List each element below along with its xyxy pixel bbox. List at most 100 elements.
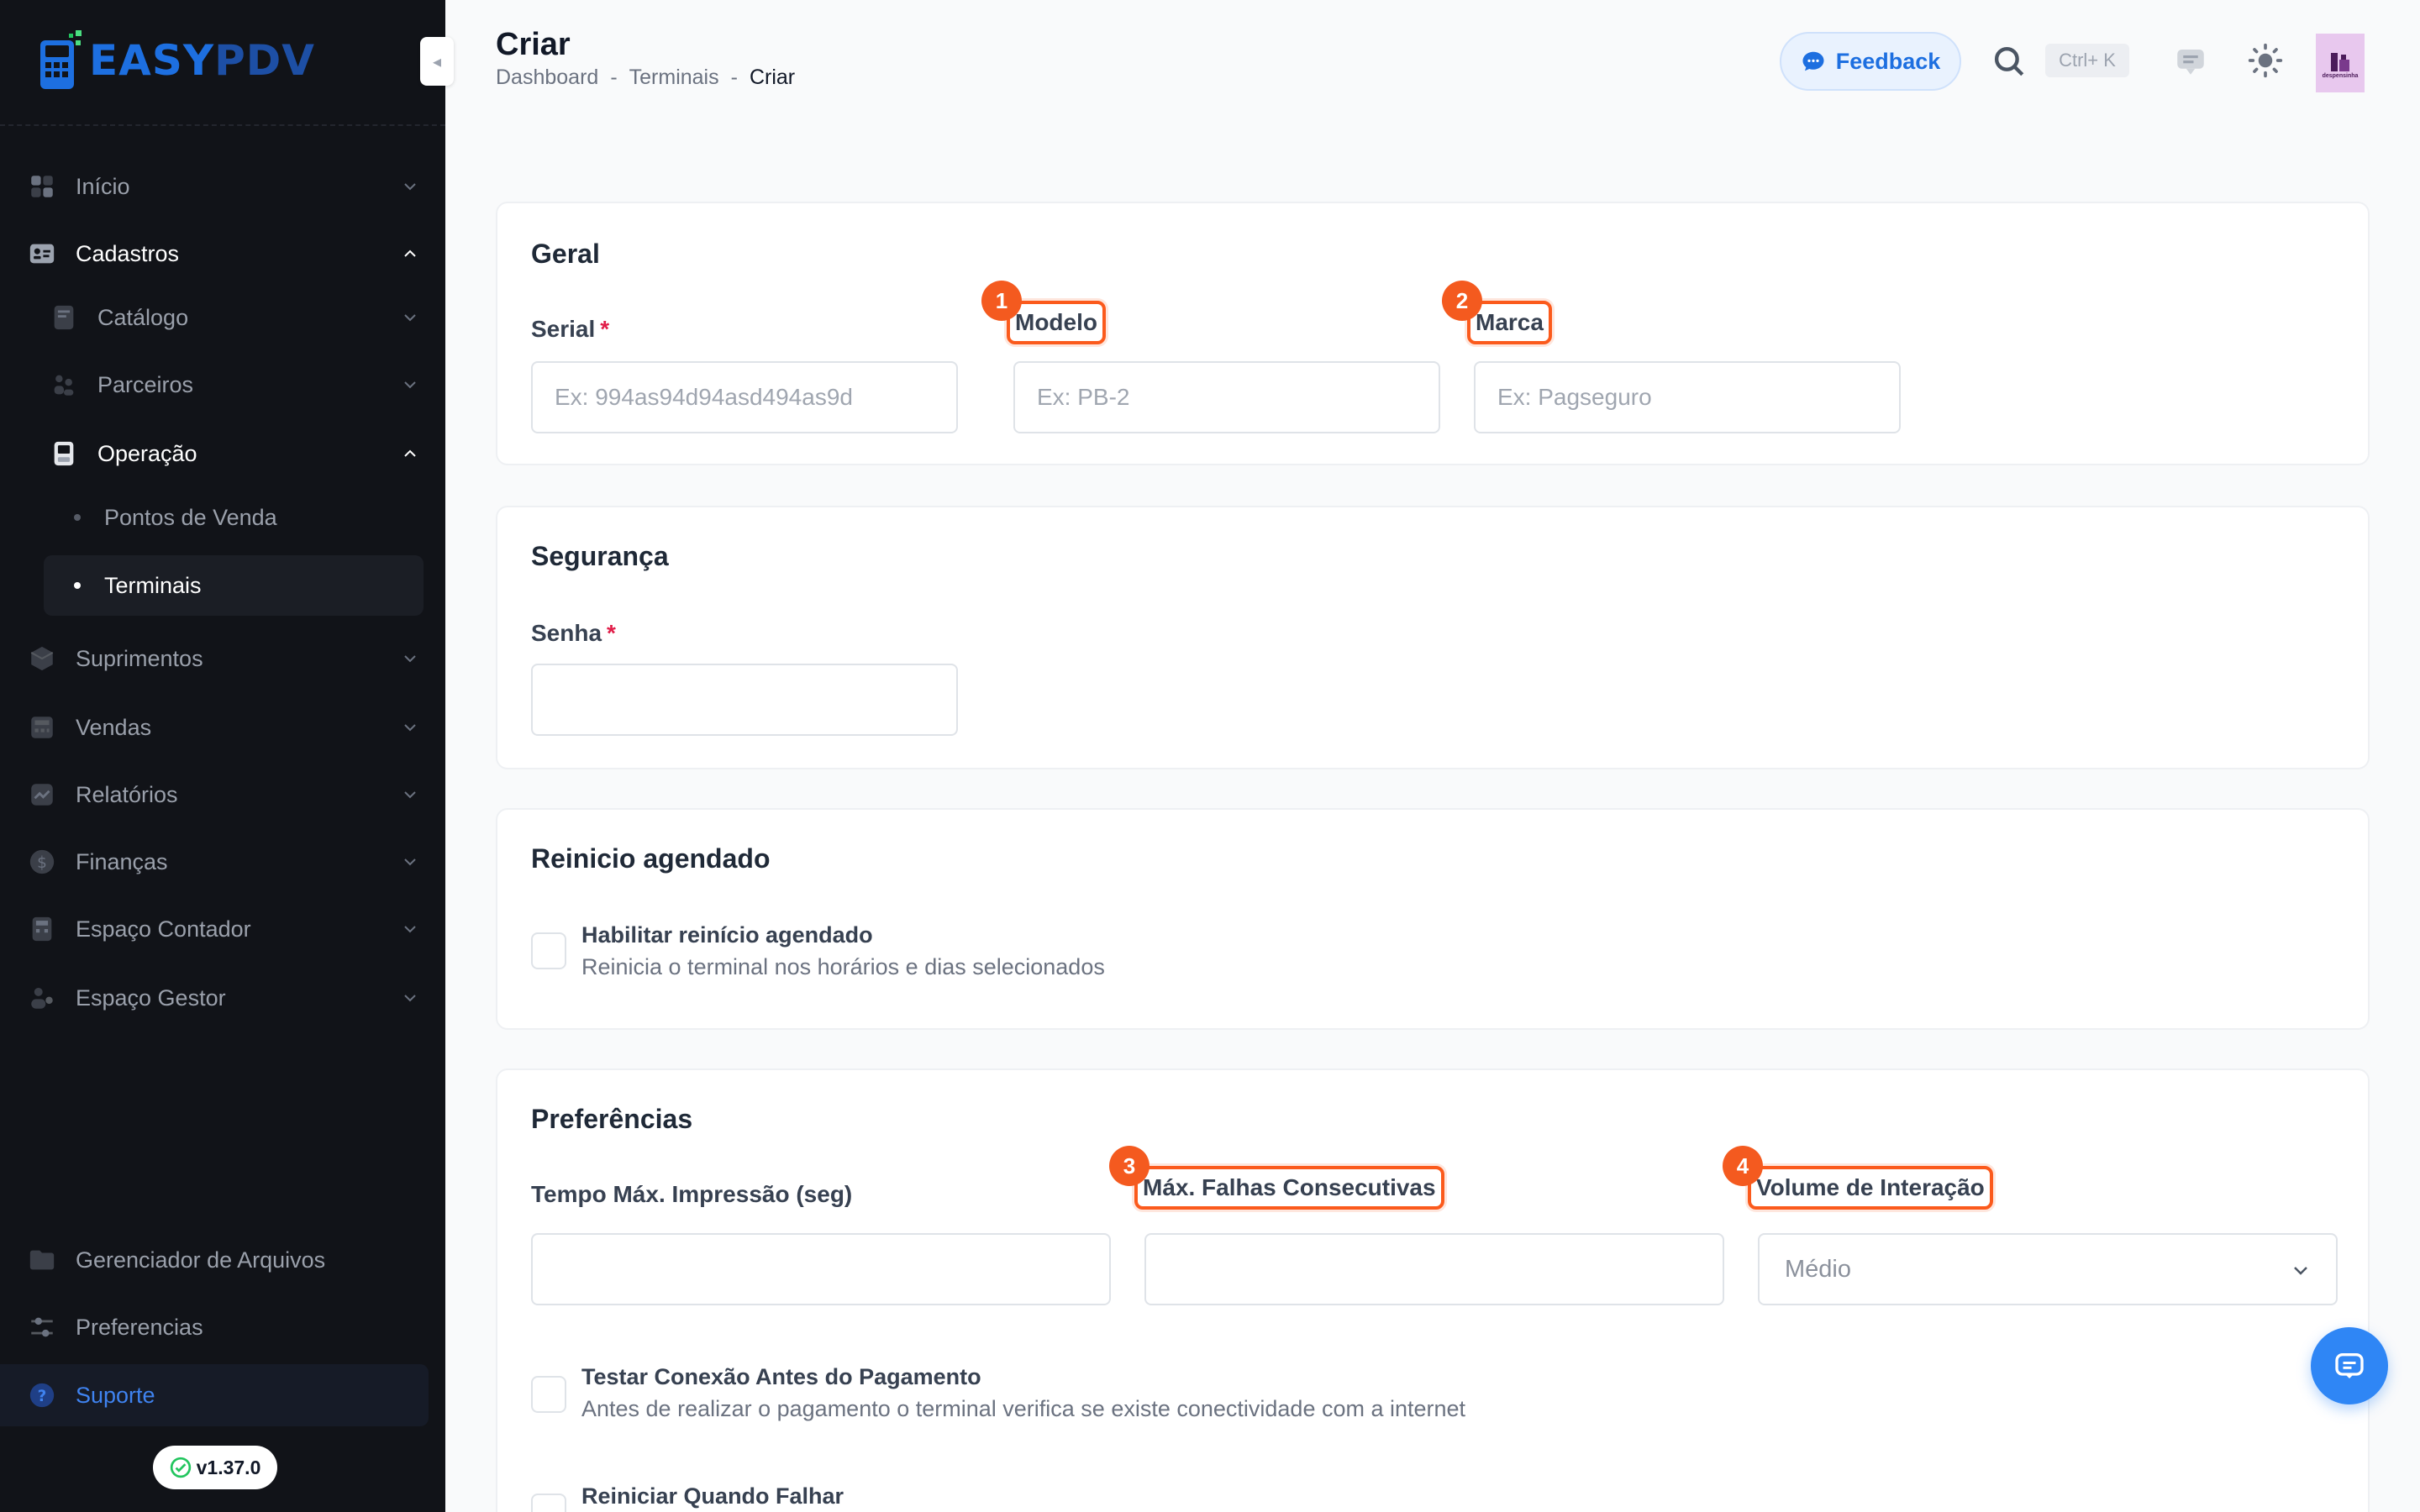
sidebar-item-label: Preferencias [76,1314,203,1340]
modelo-input[interactable] [1013,361,1440,433]
chevron-down-icon [404,724,416,732]
breadcrumb-dashboard[interactable]: Dashboard [496,66,598,90]
box-icon [25,642,59,675]
senha-input[interactable] [531,664,958,736]
section-title: Preferências [531,1104,693,1134]
dollar-icon: $ [25,845,59,879]
help-icon: ? [25,1378,59,1412]
sidebar-item-catalogo[interactable]: Catálogo [47,291,427,344]
bullet-icon [74,514,81,521]
sidebar-item-label: Finanças [76,848,168,874]
breadcrumb-separator: - [730,66,738,89]
sidebar-item-cadastros[interactable]: Cadastros [25,227,427,281]
serial-input[interactable] [531,361,958,433]
catalog-icon [47,301,81,334]
chevron-down-icon [404,655,416,663]
chart-icon [25,778,59,811]
sidebar-divider [0,124,445,126]
section-title: Segurança [531,541,669,571]
checkbox-title: Reiniciar Quando Falhar [581,1483,844,1509]
marca-input[interactable] [1474,361,1901,433]
sidebar-item-pontos-de-venda[interactable]: Pontos de Venda [44,487,424,548]
avatar[interactable]: despensinha [2316,34,2365,92]
checkbox-description: Antes de realizar o pagamento o terminal… [581,1396,1466,1421]
tempo-impressao-input[interactable] [531,1233,1111,1305]
chevron-up-icon [404,449,416,457]
sidebar-item-vendas[interactable]: Vendas [25,701,427,754]
sidebar-item-gerenciador-de-arquivos[interactable]: Gerenciador de Arquivos [25,1233,427,1287]
terminal-icon [47,437,81,470]
sidebar-item-espaco-gestor[interactable]: Espaço Gestor [25,971,427,1025]
chevron-down-icon [404,995,416,1002]
annotation-badge: 4 [1723,1146,1763,1186]
logo-pos-icon [39,29,86,92]
required-asterisk: * [607,620,616,646]
required-asterisk: * [600,316,610,342]
annotation-badge: 3 [1109,1146,1150,1186]
tempo-impressao-label: Tempo Máx. Impressão (seg) [531,1181,853,1207]
section-preferencias: Preferências Tempo Máx. Impressão (seg) … [496,1068,2370,1512]
chevron-down-icon [404,926,416,933]
id-card-icon [25,237,59,270]
sidebar-item-label: Gerenciador de Arquivos [76,1247,326,1273]
max-falhas-label: Máx. Falhas Consecutivas [1134,1166,1444,1210]
theme-toggle-icon[interactable] [2247,42,2284,79]
testar-conexao-checkbox[interactable] [531,1376,566,1413]
section-geral: Geral Serial* Modelo 1 Marca 2 [496,202,2370,465]
version-badge: v1.37.0 [153,1446,277,1489]
partners-icon [47,368,81,402]
senha-label: Senha * [531,620,616,646]
manager-icon [25,981,59,1015]
chevron-down-icon [404,791,416,799]
section-title: Geral [531,239,600,269]
logo-text: EASYPDV [89,36,315,85]
app-logo[interactable]: EASYPDV [39,29,315,92]
chat-fab-button[interactable] [2311,1327,2388,1404]
sidebar-collapse-button[interactable]: ◂ [420,37,454,86]
sidebar-item-parceiros[interactable]: Parceiros [47,358,427,412]
sidebar-item-suprimentos[interactable]: Suprimentos [25,632,427,685]
sidebar-item-preferencias[interactable]: Preferencias [25,1300,427,1354]
section-seguranca: Segurança Senha * [496,506,2370,769]
serial-label: Serial * [531,316,610,342]
sidebar-item-espaco-contador[interactable]: Espaço Contador [25,902,427,956]
chevron-down-icon [404,858,416,866]
sidebar-item-label: Relatórios [76,781,178,807]
register-icon [25,711,59,744]
sidebar-item-relatorios[interactable]: Relatórios [25,768,427,822]
chevron-down-icon [404,314,416,322]
sidebar-item-label: Terminais [104,572,202,598]
dashboard-icon [25,170,59,203]
reinicio-agendado-checkbox[interactable] [531,932,566,969]
svg-text:$: $ [37,854,47,872]
sidebar-item-label: Cadastros [76,240,180,266]
chevron-left-icon: ◂ [432,52,442,71]
chat-bubble-icon [1802,51,1824,71]
sidebar-item-suporte[interactable]: ? Suporte [0,1364,429,1426]
chevron-down-icon [404,183,416,191]
message-icon[interactable] [2173,44,2208,79]
breadcrumb-terminais[interactable]: Terminais [629,66,719,90]
reiniciar-quando-falhar-checkbox[interactable] [531,1494,566,1512]
folder-icon [25,1243,59,1277]
max-falhas-input[interactable] [1144,1233,1724,1305]
calculator-icon [25,912,59,946]
section-title: Reinicio agendado [531,843,771,874]
sidebar-item-terminais[interactable]: Terminais [44,555,424,616]
sidebar-item-operacao[interactable]: Operação [47,427,427,480]
chevron-up-icon [404,249,416,257]
sidebar-item-label: Espaço Contador [76,916,251,942]
sidebar-item-financas[interactable]: $ Finanças [25,835,427,889]
volume-interacao-label: Volume de Interação [1748,1166,1993,1210]
volume-interacao-select[interactable]: Médio [1758,1233,2338,1305]
search-shortcut-hint: Ctrl+ K [2045,44,2129,77]
sidebar-item-label: Catálogo [97,304,189,330]
feedback-button[interactable]: Feedback [1780,32,1961,91]
checkbox-title: Habilitar reinício agendado [581,922,873,948]
annotation-badge: 2 [1442,281,1482,321]
check-circle-icon [170,1457,191,1478]
sidebar-item-inicio[interactable]: Início [25,160,427,213]
sidebar-item-label: Parceiros [97,371,194,397]
sliders-icon [25,1310,59,1344]
search-icon[interactable] [1991,44,2027,79]
